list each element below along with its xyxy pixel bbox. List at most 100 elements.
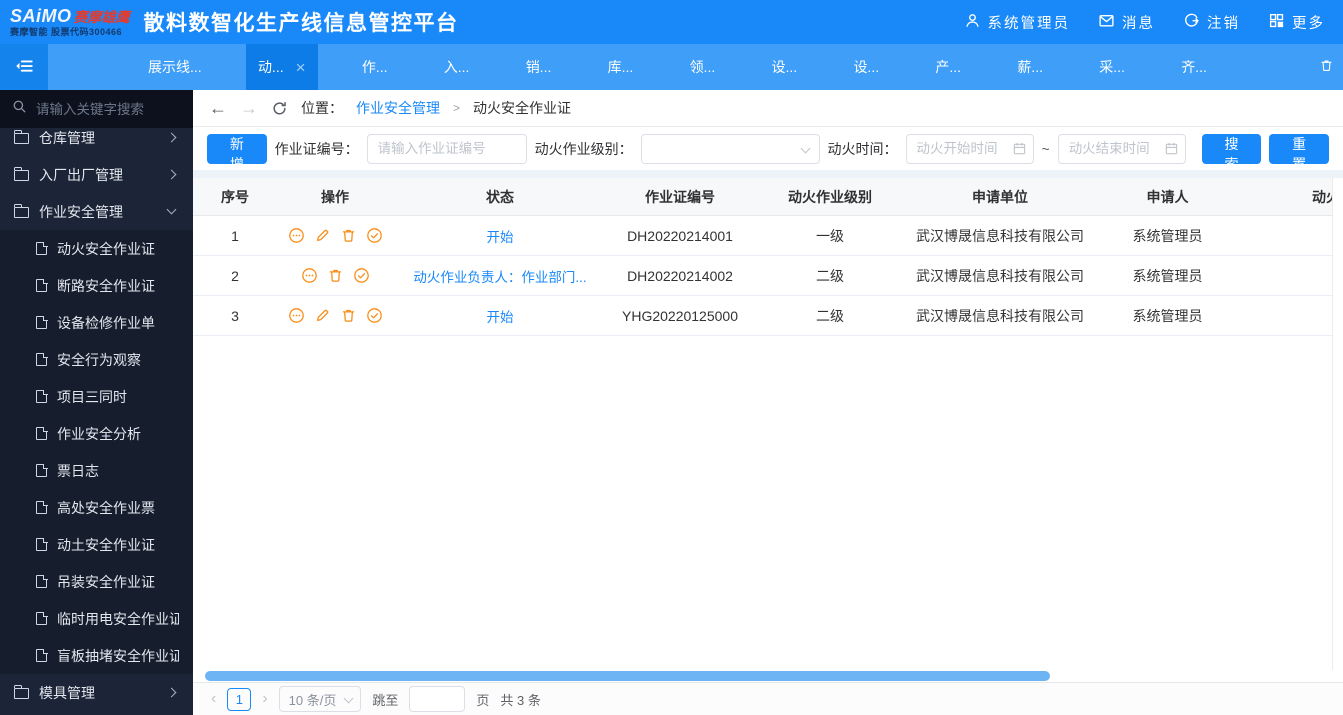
user-menu[interactable]: 系统管理员: [964, 12, 1071, 33]
more-menu[interactable]: 更多: [1268, 12, 1325, 33]
sidebar-item[interactable]: 作业安全管理: [0, 193, 193, 230]
edit-icon[interactable]: [314, 227, 331, 244]
status-link[interactable]: 开始: [487, 226, 514, 246]
tab[interactable]: 产... ×: [923, 44, 973, 90]
sidebar-item[interactable]: 动火安全作业证: [0, 230, 193, 267]
table-header-row: 序号 操作 状态 作业证编号 动火作业级别 申请单位 申请人 动火内容: [193, 178, 1343, 216]
comment-icon[interactable]: [288, 307, 305, 324]
sidebar-item[interactable]: 动土安全作业证: [0, 526, 193, 563]
sidebar-item[interactable]: 盲板抽堵安全作业证: [0, 637, 193, 674]
tab[interactable]: 销... ×: [514, 44, 564, 90]
level-label: 动火作业级别：: [534, 140, 633, 157]
level-select[interactable]: [640, 133, 820, 164]
jump-page-input[interactable]: [409, 686, 466, 712]
tab-label: 设...: [853, 59, 880, 75]
folder-icon: [13, 684, 29, 699]
page-size-select[interactable]: 10 条/页: [278, 686, 362, 712]
cell-actions: [265, 256, 405, 295]
total-count: 共 3 条: [500, 692, 541, 708]
file-icon: [36, 574, 48, 588]
brand-subtitle: 赛摩智能 股票代码300466: [10, 27, 123, 37]
chevron-icon: [166, 132, 177, 143]
check-icon[interactable]: [353, 267, 370, 284]
column-header: 动火作业级别: [788, 188, 872, 205]
sidebar-item[interactable]: 项目三同时: [0, 378, 193, 415]
cell-cert-no: YHG20220125000: [622, 307, 738, 324]
page-number-button[interactable]: 1: [227, 687, 252, 711]
refresh-icon[interactable]: [271, 100, 288, 117]
check-icon[interactable]: [366, 307, 383, 324]
tab[interactable]: 设... ×: [760, 44, 810, 90]
next-page-icon[interactable]: ›: [262, 691, 267, 707]
check-icon[interactable]: [366, 227, 383, 244]
tab[interactable]: 入... ×: [432, 44, 482, 90]
page-size-value: 10 条/页: [288, 692, 337, 708]
tab-label: 薪...: [1017, 59, 1043, 75]
trash-icon: [1319, 58, 1334, 76]
cell-org: 武汉博晟信息科技有限公司: [916, 227, 1084, 244]
sidebar-collapse-button[interactable]: [0, 44, 48, 90]
sidebar-item[interactable]: 票日志: [0, 452, 193, 489]
tab[interactable]: 薪... ×: [1005, 44, 1055, 90]
column-header: 申请单位: [972, 188, 1028, 205]
logout-button[interactable]: 注销: [1183, 12, 1240, 33]
sidebar-item[interactable]: 入厂出厂管理: [0, 156, 193, 193]
tab[interactable]: 动... ×: [245, 44, 318, 90]
chevron-icon: [166, 169, 177, 180]
horizontal-scrollbar-thumb[interactable]: [205, 671, 1050, 681]
vertical-scrollbar[interactable]: [1332, 178, 1343, 670]
tab[interactable]: 库... ×: [596, 44, 646, 90]
delete-icon[interactable]: [340, 307, 357, 324]
sidebar-item[interactable]: 高处安全作业票: [0, 489, 193, 526]
sidebar-item-label: 仓库管理: [39, 129, 95, 146]
chevron-down-icon: [343, 693, 354, 704]
main-area: 仓库管理 入厂出厂管理 作业安全管理: [0, 90, 1343, 715]
prev-page-icon[interactable]: ‹: [211, 691, 216, 707]
end-date-field: [1057, 133, 1186, 164]
sidebar-item[interactable]: 作业安全分析: [0, 415, 193, 452]
cell-index: 2: [231, 267, 239, 284]
column-header: 状态: [486, 188, 514, 205]
reset-button[interactable]: 重置: [1269, 133, 1329, 172]
column-header: 动火内容: [1312, 188, 1343, 205]
tab[interactable]: 齐... ×: [1169, 44, 1219, 90]
status-link[interactable]: 动火作业负责人：作业部门...: [413, 266, 586, 286]
comment-icon[interactable]: [288, 227, 305, 244]
close-icon[interactable]: ×: [296, 59, 306, 76]
back-icon[interactable]: ←: [209, 99, 227, 117]
cell-cert-no: DH20220214001: [627, 227, 733, 244]
messages-button[interactable]: 消息: [1098, 12, 1155, 33]
add-button[interactable]: 新增: [207, 133, 267, 172]
sidebar-item[interactable]: 断路安全作业证: [0, 267, 193, 304]
tab[interactable]: 采... ×: [1087, 44, 1137, 90]
sidebar-item-label: 入厂出厂管理: [39, 166, 123, 183]
search-button[interactable]: 搜索: [1201, 133, 1262, 172]
comment-icon[interactable]: [301, 267, 318, 284]
cell-content: [1230, 296, 1343, 335]
brand-name-cn: 赛摩雄鹰: [73, 9, 130, 25]
breadcrumb-parent-link[interactable]: 作业安全管理: [356, 98, 440, 118]
sidebar-item[interactable]: 临时用电安全作业证: [0, 600, 193, 637]
search-input[interactable]: [36, 101, 181, 117]
cert-no-input[interactable]: [366, 133, 527, 164]
forward-icon[interactable]: →: [240, 99, 258, 117]
sidebar-item[interactable]: 安全行为观察: [0, 341, 193, 378]
cell-applicant: 系统管理员: [1132, 307, 1203, 324]
tab[interactable]: 领... ×: [678, 44, 728, 90]
close-all-tabs-button[interactable]: [1309, 44, 1343, 90]
delete-icon[interactable]: [340, 227, 357, 244]
sidebar-item[interactable]: 模具管理: [0, 674, 193, 711]
sidebar-item[interactable]: 设备检修作业单: [0, 304, 193, 341]
sidebar-item[interactable]: 吊装安全作业证: [0, 563, 193, 600]
tab[interactable]: 设... ×: [841, 44, 891, 90]
sidebar-item-label: 作业安全管理: [39, 203, 123, 220]
status-link[interactable]: 开始: [487, 306, 514, 326]
tab[interactable]: 展示线... ×: [136, 44, 214, 90]
file-icon: [36, 352, 48, 366]
logout-label: 注销: [1207, 15, 1240, 32]
tab-bar: 展示线... × 动... × 作... × 入... ×: [0, 44, 1343, 90]
delete-icon[interactable]: [327, 267, 344, 284]
cell-index: 3: [231, 307, 239, 324]
edit-icon[interactable]: [314, 307, 331, 324]
tab[interactable]: 作... ×: [350, 44, 400, 90]
